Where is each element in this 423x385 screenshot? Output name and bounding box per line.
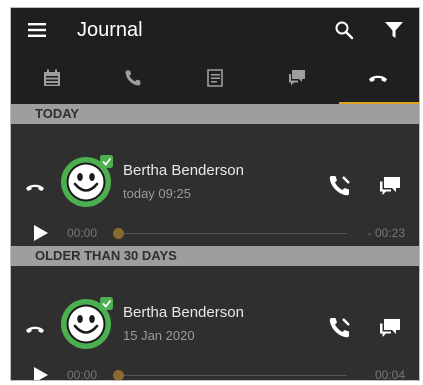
tab-bar: [11, 52, 419, 104]
journal-entry[interactable]: Bertha Benderson today 09:25 00:00 - 00:…: [11, 124, 419, 246]
playback-position: 00:00: [67, 226, 98, 240]
entry-time: 15 Jan 2020: [123, 328, 195, 343]
hangup-icon: [369, 75, 388, 82]
app-bar: Journal: [11, 8, 419, 52]
transfer-icon[interactable]: [326, 314, 354, 342]
seek-track[interactable]: [117, 375, 347, 376]
entry-time: today 09:25: [123, 186, 191, 201]
seek-track[interactable]: [117, 233, 347, 234]
play-icon[interactable]: [31, 366, 49, 380]
audio-player: 00:00 - 00:23: [31, 222, 411, 244]
hangup-icon: [25, 179, 45, 197]
menu-icon[interactable]: [11, 8, 63, 52]
play-icon[interactable]: [31, 224, 49, 242]
audio-player: 00:00 00:04: [31, 364, 411, 381]
tab-calendar[interactable]: [11, 52, 93, 104]
playback-duration: - 00:23: [367, 226, 405, 240]
voicemail-list-icon: [207, 69, 223, 87]
avatar: [60, 297, 113, 349]
seek-thumb[interactable]: [113, 370, 124, 380]
phone-icon: [125, 70, 141, 86]
search-icon[interactable]: [319, 8, 369, 52]
seek-thumb[interactable]: [113, 228, 124, 239]
page-title: Journal: [77, 18, 143, 41]
filter-icon[interactable]: [369, 8, 419, 52]
calendar-icon: [43, 69, 60, 86]
section-header-today: TODAY: [11, 104, 419, 124]
journal-entry[interactable]: Bertha Benderson 15 Jan 2020 00:00 00:04: [11, 266, 419, 381]
section-header-older: OLDER THAN 30 DAYS: [11, 246, 419, 266]
hangup-icon: [25, 321, 45, 339]
chat-icon[interactable]: [376, 172, 404, 200]
chat-icon[interactable]: [376, 314, 404, 342]
app-window: Journal TODAY Bertha Benderson today 09:…: [10, 7, 420, 381]
tab-calls[interactable]: [93, 52, 175, 104]
chat-icon: [288, 70, 305, 86]
tab-voicemail[interactable]: [174, 52, 256, 104]
contact-name: Bertha Benderson: [123, 162, 244, 179]
transfer-icon[interactable]: [326, 172, 354, 200]
playback-duration: 00:04: [374, 368, 405, 381]
avatar: [60, 155, 113, 207]
tab-recordings[interactable]: [337, 52, 419, 104]
playback-position: 00:00: [67, 368, 98, 381]
tab-chat[interactable]: [256, 52, 338, 104]
contact-name: Bertha Benderson: [123, 304, 244, 321]
